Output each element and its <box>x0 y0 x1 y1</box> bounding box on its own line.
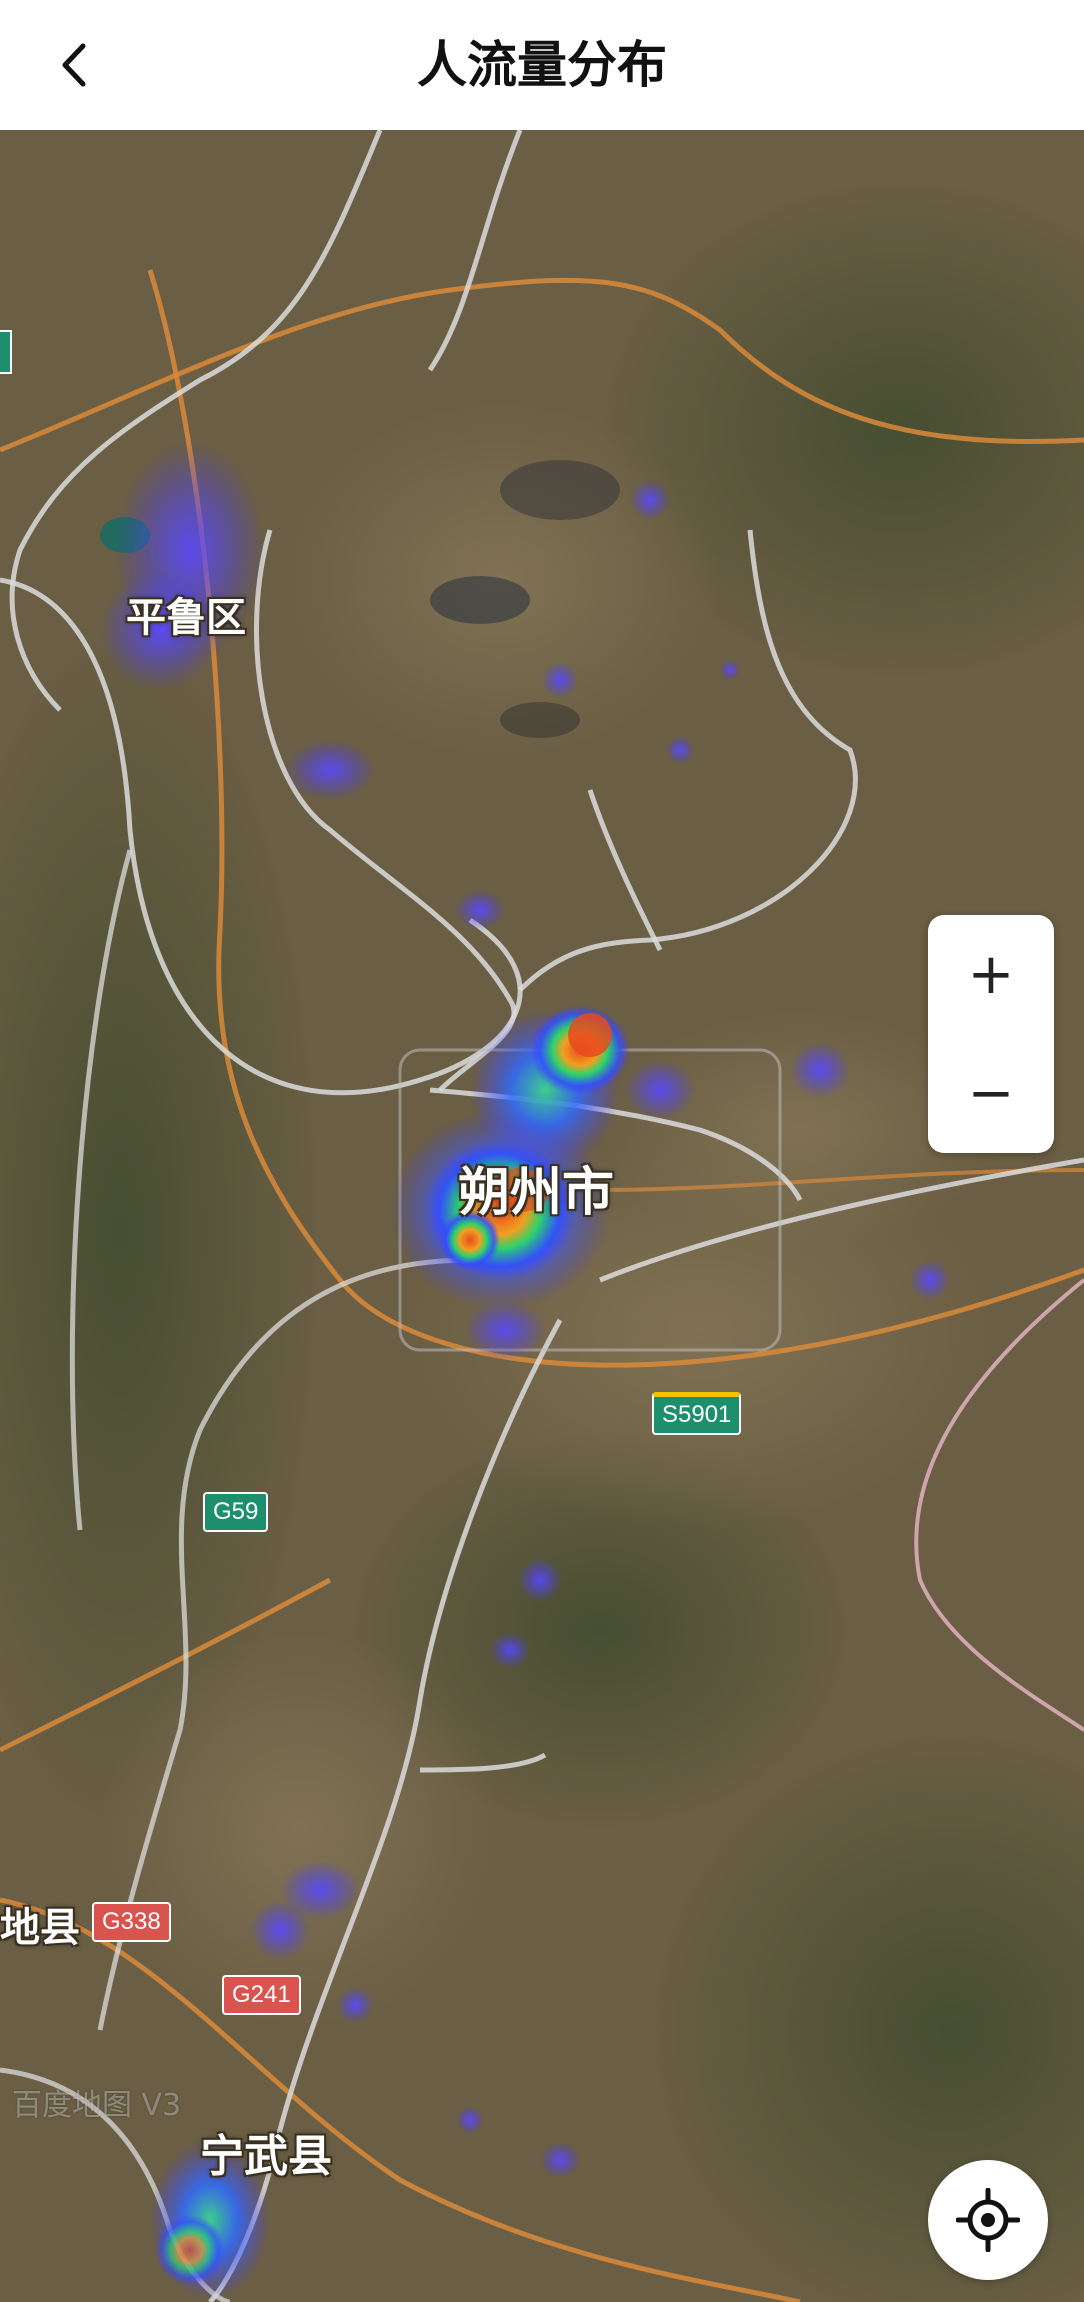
zoom-in-button[interactable]: + <box>928 915 1054 1034</box>
road-shield-g338: G338 <box>92 1902 171 1942</box>
page-title: 人流量分布 <box>417 36 667 94</box>
place-label-shanyin[interactable]: 地县 <box>0 1895 80 1953</box>
road-shield-g241: G241 <box>222 1975 301 2015</box>
place-label-ningwu[interactable]: 宁武县 <box>200 2120 332 2184</box>
locate-crosshair-icon <box>956 2188 1020 2252</box>
place-label-pinglu[interactable]: 平鲁区 <box>126 585 246 643</box>
locate-button[interactable] <box>928 2160 1048 2280</box>
zoom-control: + − <box>928 915 1054 1153</box>
edge-road-shield <box>0 330 12 374</box>
map-view[interactable]: 平鲁区 朔州市 地县 宁武县 S5901 G59 G338 G241 百度地图 … <box>0 130 1084 2302</box>
zoom-out-button[interactable]: − <box>928 1034 1054 1153</box>
road-shield-g59: G59 <box>203 1492 269 1532</box>
top-bar: 人流量分布 <box>0 0 1084 130</box>
road-shield-s5901: S5901 <box>652 1392 742 1435</box>
place-label-shuozhou[interactable]: 朔州市 <box>458 1150 614 1225</box>
map-watermark: 百度地图 V3 <box>12 2088 182 2123</box>
